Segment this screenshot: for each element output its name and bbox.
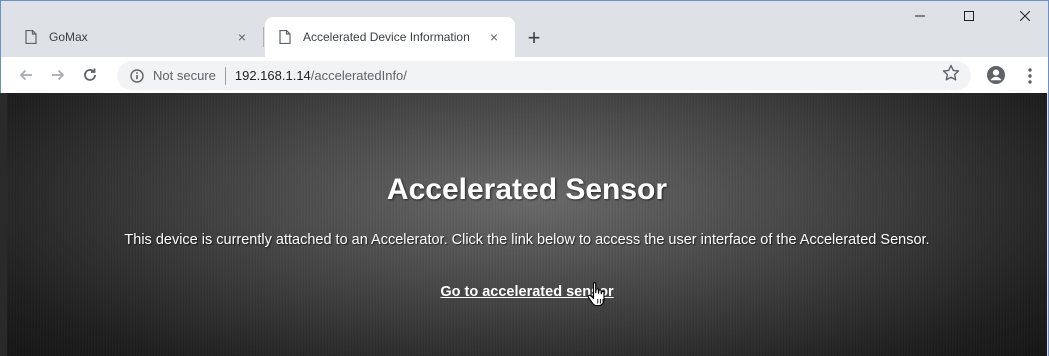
minimize-button[interactable] — [897, 1, 943, 31]
browser-toolbar: Not secure 192.168.1.14/acceleratedInfo/ — [1, 57, 1048, 94]
security-label: Not secure — [153, 68, 216, 83]
close-window-button[interactable] — [1002, 1, 1048, 31]
forward-button[interactable] — [47, 64, 69, 86]
close-icon — [1020, 11, 1030, 21]
url-host: 192.168.1.14 — [234, 68, 311, 83]
maximize-button[interactable] — [946, 1, 992, 31]
tab-title: Accelerated Device Information — [303, 30, 470, 44]
sensor-link-container: Go to accelerated sensor — [7, 284, 1047, 300]
bookmark-star-icon[interactable] — [941, 63, 961, 83]
window-left-edge — [0, 93, 7, 356]
address-separator — [224, 66, 226, 85]
page-description: This device is currently attached to an … — [124, 232, 930, 248]
menu-dots-icon[interactable] — [1022, 65, 1038, 87]
tab-accelerated-device-information[interactable]: Accelerated Device Information × — [265, 17, 515, 57]
url-path: /acceleratedInfo/ — [310, 68, 407, 83]
info-icon[interactable] — [129, 68, 145, 84]
reload-icon — [84, 68, 96, 81]
page-icon — [279, 30, 291, 44]
address-bar[interactable]: Not secure 192.168.1.14/acceleratedInfo/ — [117, 61, 971, 90]
page-content: Accelerated Sensor This device is curren… — [7, 93, 1047, 356]
tab-close-icon[interactable]: × — [233, 28, 251, 46]
tab-title: GoMax — [49, 30, 88, 44]
reload-button[interactable] — [79, 64, 101, 86]
page-title: Accelerated Sensor — [386, 173, 668, 206]
tab-separator — [263, 27, 264, 47]
back-button[interactable] — [15, 64, 37, 86]
new-tab-button[interactable]: + — [523, 25, 545, 50]
account-icon[interactable] — [986, 65, 1008, 87]
hand-cursor-icon — [587, 281, 609, 309]
tab-strip: GoMax × Accelerated Device Information ×… — [1, 1, 1048, 57]
arrow-right-icon — [52, 69, 65, 81]
arrow-left-icon — [19, 69, 32, 81]
tab-gomax[interactable]: GoMax × — [11, 17, 263, 57]
minimize-icon — [915, 15, 925, 17]
page-icon — [25, 30, 37, 44]
tab-close-icon[interactable]: × — [485, 28, 503, 46]
maximize-icon — [964, 11, 974, 21]
